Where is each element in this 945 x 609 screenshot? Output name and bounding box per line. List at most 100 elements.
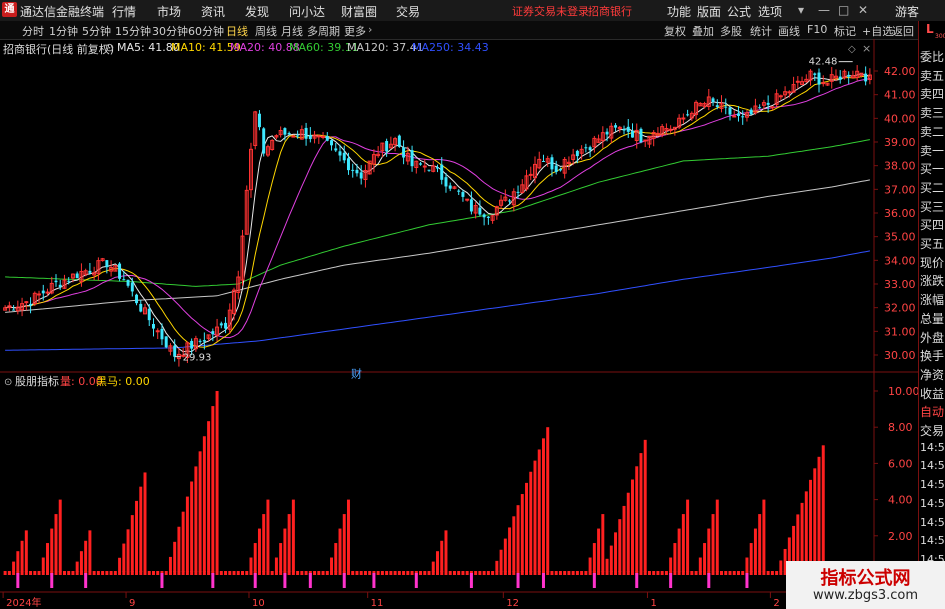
diamond-icon: ◇: [848, 44, 856, 55]
baseline-dot: [262, 571, 266, 575]
baseline-dot: [279, 571, 283, 575]
baseline-dot: [355, 571, 359, 575]
kline-chart[interactable]: 30.00 31.00 32.00 33.00 34.00 35.00 36.00 37.00…: [0, 0, 918, 609]
candle-down: [75, 273, 79, 279]
candle-down: [308, 134, 312, 140]
indicator-bar: [673, 543, 677, 572]
indicator-bar: [643, 439, 647, 572]
baseline-dot: [584, 571, 588, 575]
candle-down: [118, 263, 122, 279]
baseline-dot: [300, 571, 304, 575]
price-tick-label: 34.00: [884, 254, 916, 267]
indicator-bar: [287, 514, 291, 572]
indicator-bar: [597, 528, 601, 572]
indicator-bar: [283, 528, 287, 572]
indicator-tick-label: 4.00: [888, 494, 913, 507]
candle-up: [465, 198, 470, 201]
signal-mark: [84, 573, 88, 588]
candle-down: [122, 279, 126, 281]
panel-row-8: 买三: [920, 199, 945, 214]
indicator-bar: [330, 557, 334, 572]
baseline-dot: [296, 571, 300, 575]
panel-row-15: 外盘: [920, 330, 945, 345]
indicator-bar: [173, 541, 177, 572]
candle-down: [359, 172, 363, 179]
panel-row-7: 买二: [920, 180, 945, 195]
baseline-dot: [567, 571, 571, 575]
indicator-bar: [440, 540, 444, 572]
baseline-dot: [139, 571, 143, 575]
candle-down: [410, 150, 414, 167]
indicator-bar: [291, 499, 295, 572]
low-annotation: 29.93: [183, 353, 212, 364]
baseline-dot: [554, 571, 558, 575]
signal-mark: [372, 573, 376, 588]
baseline-dot: [423, 571, 427, 575]
indicator-bar: [143, 472, 147, 572]
baseline-dot: [533, 571, 537, 575]
indicator-bar: [168, 556, 172, 572]
indicator-bar: [622, 505, 626, 572]
baseline-dot: [105, 571, 109, 575]
candle-down: [440, 164, 444, 180]
candle-up: [291, 135, 296, 138]
candle-up: [821, 82, 826, 85]
ma120-line: [5, 179, 870, 313]
baseline-dot: [313, 571, 317, 575]
baseline-dot: [440, 571, 444, 575]
candle-down: [631, 131, 634, 138]
candle-down: [105, 260, 109, 268]
candle-down: [397, 135, 401, 147]
baseline-dot: [151, 571, 155, 575]
baseline-dot: [88, 571, 92, 575]
baseline-dot: [601, 571, 605, 575]
baseline-dot: [694, 571, 698, 575]
panel-row-23: 14:56: [920, 478, 945, 492]
baseline-dot: [660, 571, 664, 575]
candle-down: [482, 214, 486, 218]
panel-row-17: 净资: [920, 367, 945, 382]
indicator-tick-label: 6.00: [888, 457, 913, 470]
baseline-dot: [431, 571, 435, 575]
indicator-bar: [202, 436, 206, 572]
baseline-dot: [219, 571, 223, 575]
baseline-dot: [143, 571, 147, 575]
candle-down: [558, 168, 562, 171]
indicator-bar: [631, 479, 634, 572]
baseline-dot: [639, 571, 643, 575]
panel-row-25: 14:56: [920, 515, 945, 529]
indicator-bar: [804, 491, 808, 572]
candle-up: [643, 139, 648, 142]
baseline-dot: [762, 571, 766, 575]
baseline-dot: [724, 571, 728, 575]
indicator-horse-label: 黑马: 0.00: [96, 375, 150, 388]
signal-mark: [160, 573, 164, 588]
baseline-dot: [266, 571, 270, 575]
baseline-dot: [317, 571, 321, 575]
indicator-bar: [50, 528, 54, 572]
baseline-dot: [304, 571, 308, 575]
baseline-dot: [135, 571, 139, 575]
baseline-dot: [605, 571, 609, 575]
price-tick-label: 30.00: [884, 349, 916, 362]
baseline-dot: [236, 571, 240, 575]
indicator-bar: [342, 514, 346, 572]
indicator-bar: [139, 486, 143, 572]
watermark: 指标公式网 www.zbgs3.com: [786, 561, 945, 609]
baseline-dot: [330, 571, 334, 575]
signal-mark: [308, 573, 312, 588]
right-quote-panel: L 300 委比 卖五 卖四 卖三 卖二 卖一 买一 买二 买三 买四 买五 现价 涨跌 涨幅 总量 外盘 换手…: [918, 21, 945, 609]
candle-down: [724, 106, 728, 108]
baseline-dot: [664, 571, 668, 575]
panel-row-2: 卖四: [920, 87, 945, 102]
signal-mark: [516, 573, 520, 588]
indicator-bar: [537, 449, 541, 572]
baseline-dot: [33, 571, 37, 575]
indicator-bar: [198, 451, 202, 572]
candle-down: [715, 105, 719, 107]
panel-row-10: 买五: [920, 237, 945, 251]
indicator-bar: [130, 515, 134, 572]
baseline-dot: [75, 571, 79, 575]
baseline-dot: [198, 571, 202, 575]
candle-up: [422, 165, 427, 168]
